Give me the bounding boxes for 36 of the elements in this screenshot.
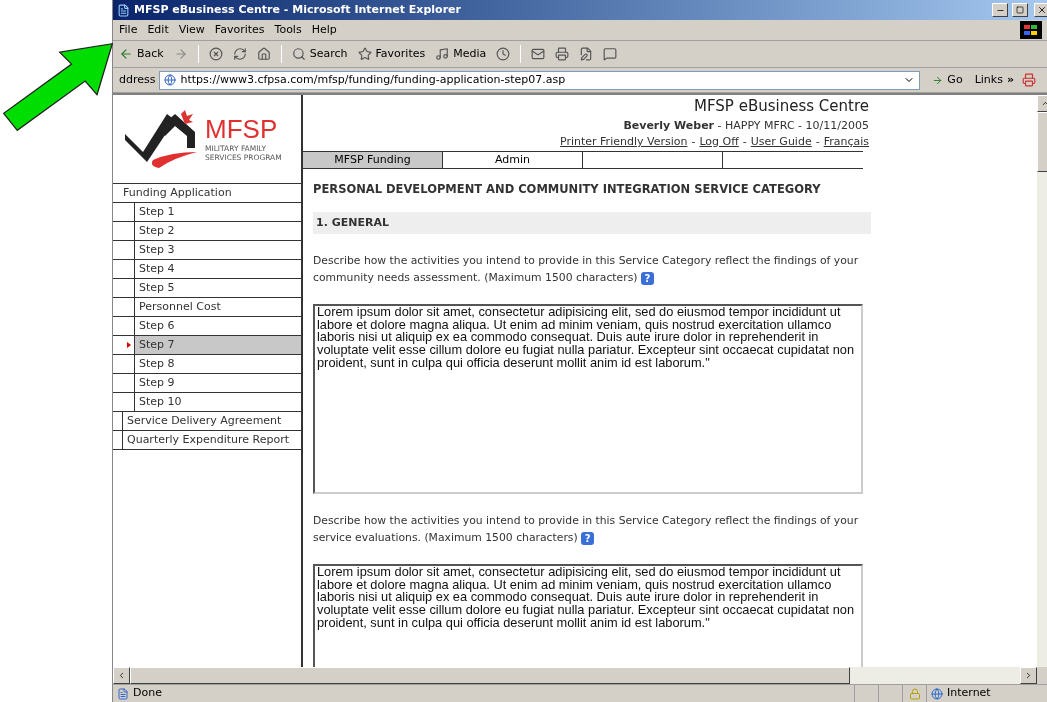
- menu-item[interactable]: View: [178, 21, 205, 39]
- question-text: Describe how the activities you intend to provide in this Service Category reflect the findings of your service evaluations. (Maximum 1500 characters) ?: [313, 513, 860, 547]
- toolbar-button[interactable]: Search: [287, 44, 352, 64]
- sidebar-item[interactable]: Step 7: [135, 336, 301, 354]
- window-title: MFSP eBusiness Centre - Microsoft Internet Explorer: [134, 1, 462, 18]
- header-link[interactable]: Printer Friendly Version: [560, 134, 688, 151]
- link-separator: -: [742, 134, 747, 150]
- status-text: Done: [133, 685, 163, 702]
- links-label[interactable]: Links: [974, 71, 1003, 89]
- site-title: MFSP eBusiness Centre: [694, 96, 869, 117]
- header-link[interactable]: User Guide: [750, 134, 812, 151]
- answer-text-area[interactable]: Lorem ipsum dolor sit amet, consectetur adipisicing elit, sed do eiusmod tempor incididunt ut labore et dolore magna aliqua. Ut enim ad minim veniam, quis nostrud exercitation ullamco laboris nisi ut aliquip ex ea commodo consequat. Duis aute irure dolor in reprehenderit in voluptate velit esse cillum dolore eu fugiat nulla pariatur. Excepteur sint occaecat cupidatat non proident, sunt in culpa qui officia deserunt mollit anim id est laborum.": [313, 304, 863, 495]
- menu-item[interactable]: Help: [311, 21, 337, 39]
- section-heading: 1. GENERAL: [313, 212, 871, 235]
- menu-item[interactable]: File: [119, 21, 138, 39]
- user-info: Beverly Weber - HAPPY MFRC - 10/11/2005: [623, 117, 869, 134]
- nav-tab[interactable]: MFSP Funding: [303, 151, 443, 168]
- header-link[interactable]: Français: [823, 134, 869, 151]
- logo-wordmark: MFSP: [205, 116, 279, 142]
- page-heading: PERSONAL DEVELOPMENT AND COMMUNITY INTEGRATION SERVICE CATEGORY: [313, 181, 822, 198]
- menu-item[interactable]: Tools: [274, 21, 302, 39]
- security-zone: Internet: [947, 685, 991, 702]
- address-field[interactable]: https://www3.cfpsa.com/mfsp/funding/funding-application-step07.asp: [159, 70, 921, 90]
- link-separator: -: [815, 134, 820, 150]
- menu-item[interactable]: Favorites: [214, 21, 265, 39]
- answer-text-area[interactable]: Lorem ipsum dolor sit amet, consectetur adipisicing elit, sed do eiusmod tempor incididunt ut labore et dolore magna aliqua. Ut enim ad minim veniam, quis nostrud exercitation ullamco laboris nisi ut aliquip ex ea commodo consequat. Duis aute irure dolor in reprehenderit in voluptate velit esse cillum dolore eu fugiat nulla pariatur. Excepteur sint occaecat cupidatat non proident, sunt in culpa qui officia deserunt mollit anim id est laborum.": [313, 564, 863, 667]
- toolbar-button[interactable]: Media: [431, 44, 491, 64]
- more-links-chevron[interactable]: »: [1006, 71, 1014, 89]
- address-label: ddress: [119, 71, 156, 88]
- toolbar-button[interactable]: Back: [115, 44, 168, 64]
- toolbar-button[interactable]: Favorites: [353, 44, 430, 64]
- question-text: Describe how the activities you intend to provide in this Service Category reflect the findings of your community needs assessment. (Maximum 1500 characters) ?: [313, 253, 860, 287]
- header-link[interactable]: Log Off: [699, 134, 739, 151]
- go-button[interactable]: Go: [924, 71, 971, 89]
- link-separator: -: [691, 134, 696, 150]
- menu-item[interactable]: Edit: [147, 21, 169, 39]
